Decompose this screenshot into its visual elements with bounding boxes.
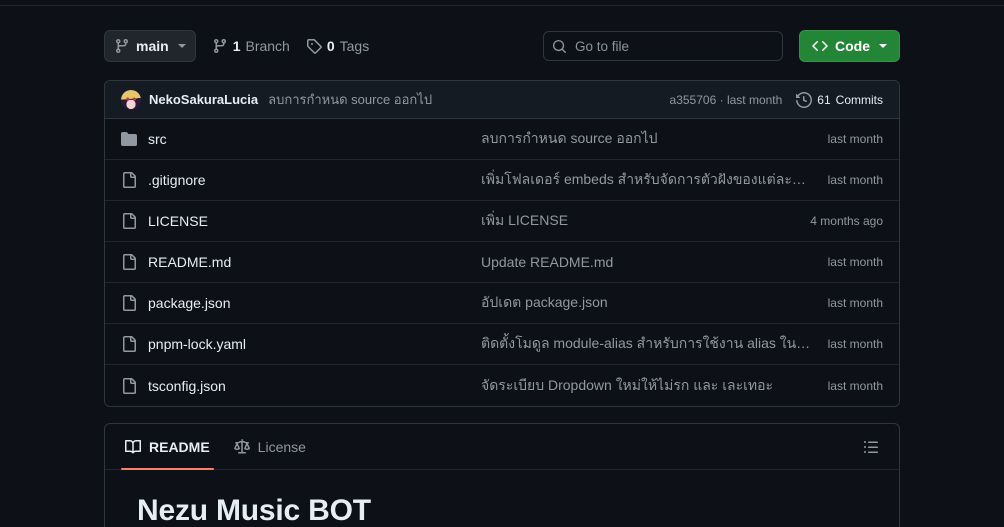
file-icon (121, 336, 137, 352)
git-branch-icon (212, 38, 228, 54)
table-row: pnpm-lock.yaml ติดตั้งโมดูล module-alias … (105, 324, 899, 365)
file-name-link[interactable]: README.md (121, 254, 481, 270)
file-commit-age: last month (827, 132, 883, 146)
table-row: README.md Update README.md last month (105, 242, 899, 283)
search-icon (552, 39, 567, 54)
file-commit-age: last month (827, 173, 883, 187)
file-commit-message[interactable]: อัปเดต package.json (481, 292, 828, 314)
commits-count-link[interactable]: 61 Commits (796, 91, 883, 108)
file-name-link[interactable]: LICENSE (121, 213, 481, 229)
commit-meta: a355706 · last month 61 Commits (670, 91, 883, 108)
file-rows: src ลบการกำหนด source ออกไป last month .git… (105, 119, 899, 406)
readme-heading: Nezu Music BOT (137, 494, 371, 527)
tags-link[interactable]: 0 Tags (306, 38, 369, 54)
search-input[interactable] (575, 38, 774, 54)
branch-selector-button[interactable]: main (104, 30, 196, 62)
commit-hash-and-time[interactable]: a355706 · last month (670, 93, 783, 107)
file-name-label: pnpm-lock.yaml (148, 336, 247, 352)
file-name-link[interactable]: .gitignore (121, 172, 481, 188)
chevron-down-icon (879, 44, 887, 48)
file-commit-message[interactable]: Update README.md (481, 254, 828, 270)
tab-license[interactable]: License (222, 425, 318, 469)
file-name-link[interactable]: tsconfig.json (121, 377, 481, 394)
file-name-label: .gitignore (148, 172, 206, 188)
branches-count: 1 (232, 38, 241, 54)
file-icon (121, 213, 137, 229)
file-name-label: README.md (148, 254, 232, 270)
file-commit-age: last month (827, 255, 883, 269)
commit-message-link[interactable]: ลบการกำหนด source ออกไป (268, 89, 432, 110)
file-commit-message[interactable]: ติดตั้งโมดูล module-alias สำหรับการใช้งา… (481, 333, 828, 355)
file-listing-panel: NekoSakuraLucia ลบการกำหนด source ออกไป … (104, 80, 900, 407)
outline-button[interactable] (859, 435, 883, 459)
file-icon (121, 377, 137, 394)
branch-name-label: main (136, 38, 169, 54)
table-row: tsconfig.json จัดระเบียบ Dropdown ใหม่ให้… (105, 365, 899, 406)
tags-label: Tags (339, 38, 370, 54)
tag-icon (306, 38, 322, 54)
code-button[interactable]: Code (799, 30, 900, 62)
branches-link[interactable]: 1 Branch (212, 38, 290, 54)
commit-separator: · (719, 92, 724, 107)
git-branch-icon (114, 38, 130, 54)
table-row: .gitignore เพิ่มโฟลเดอร์ embeds สำหรับจัด… (105, 160, 899, 201)
commit-author-link[interactable]: NekoSakuraLucia (149, 92, 258, 107)
file-commit-age: last month (827, 378, 883, 393)
tab-readme[interactable]: README (113, 425, 222, 470)
repo-toolbar: main 1 Branch 0 Tags Go to file Code (104, 30, 900, 62)
file-commit-age: 4 months ago (810, 214, 883, 228)
file-name-link[interactable]: src (121, 131, 481, 147)
file-icon (121, 254, 137, 270)
tags-count: 0 (326, 38, 335, 54)
file-name-label: src (148, 131, 167, 147)
scales-icon (233, 438, 250, 455)
avatar[interactable] (121, 89, 141, 110)
file-icon (121, 172, 137, 188)
chevron-down-icon (177, 44, 186, 48)
file-name-link[interactable]: package.json (121, 295, 481, 311)
latest-commit-bar: NekoSakuraLucia ลบการกำหนด source ออกไป … (105, 81, 899, 119)
list-unordered-icon (863, 439, 879, 455)
commits-label: Commits (835, 92, 883, 107)
folder-icon (121, 131, 137, 147)
file-commit-age: last month (827, 296, 883, 310)
table-row: package.json อัปเดต package.json last mont… (105, 283, 899, 324)
file-name-label: package.json (148, 295, 231, 311)
file-icon (121, 295, 137, 311)
readme-tabs: README License (105, 424, 899, 470)
history-clock-icon (796, 91, 813, 108)
readme-body: Nezu Music BOT (105, 470, 899, 527)
tab-readme-label: README (149, 438, 210, 455)
book-icon (125, 439, 141, 455)
readme-panel: README License Nezu Music BOT (104, 423, 900, 527)
file-commit-age: last month (827, 337, 883, 351)
file-name-link[interactable]: pnpm-lock.yaml (121, 336, 481, 352)
go-to-file-search[interactable] (543, 31, 783, 61)
branches-label: Branch (245, 38, 290, 54)
file-name-label: LICENSE (148, 213, 208, 229)
table-row: LICENSE เพิ่ม LICENSE 4 months ago (105, 201, 899, 242)
code-button-label: Code (835, 38, 870, 54)
commit-relative-time: last month (726, 92, 783, 107)
code-brackets-icon (812, 38, 828, 54)
commit-hash: a355706 (669, 92, 717, 107)
commits-count-value: 61 (817, 92, 831, 107)
file-commit-message[interactable]: เพิ่ม LICENSE (481, 210, 810, 232)
file-commit-message[interactable]: เพิ่มโฟลเดอร์ embeds สำหรับจัดการตัวฝังข… (481, 169, 828, 191)
file-commit-message[interactable]: จัดระเบียบ Dropdown ใหม่ให้ไม่รก และ เละ… (481, 375, 828, 397)
repo-page: main 1 Branch 0 Tags Go to file Code Nek… (104, 0, 900, 527)
file-commit-message[interactable]: ลบการกำหนด source ออกไป (481, 128, 828, 150)
table-row: src ลบการกำหนด source ออกไป last month (105, 119, 899, 160)
tab-license-label: License (257, 438, 306, 455)
file-name-label: tsconfig.json (148, 377, 226, 394)
